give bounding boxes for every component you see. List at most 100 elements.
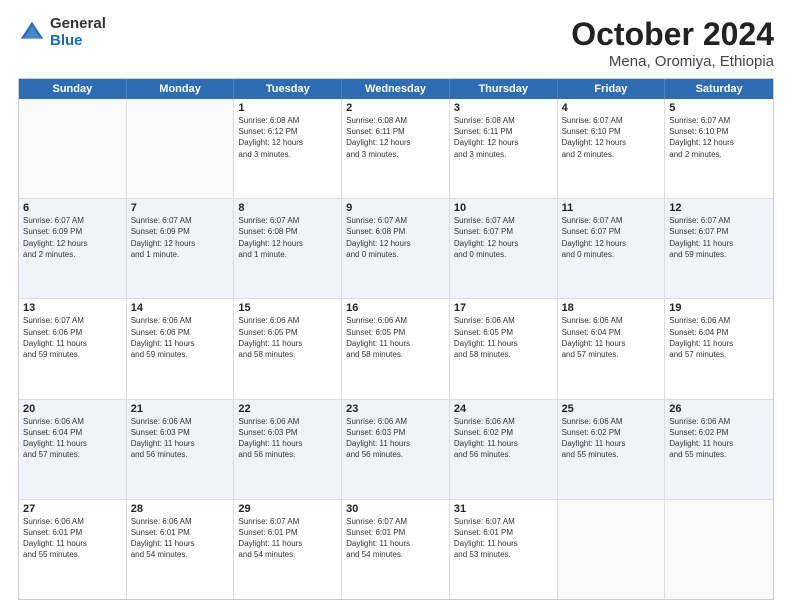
- day-number: 9: [346, 202, 445, 214]
- calendar-cell-4-5: 24Sunrise: 6:06 AM Sunset: 6:02 PM Dayli…: [450, 400, 558, 499]
- day-number: 14: [131, 302, 230, 314]
- title-area: October 2024 Mena, Oromiya, Ethiopia: [571, 16, 774, 70]
- calendar-cell-5-1: 27Sunrise: 6:06 AM Sunset: 6:01 PM Dayli…: [19, 500, 127, 599]
- sun-info: Sunrise: 6:07 AM Sunset: 6:07 PM Dayligh…: [454, 215, 553, 260]
- sun-info: Sunrise: 6:07 AM Sunset: 6:09 PM Dayligh…: [23, 215, 122, 260]
- day-number: 22: [238, 403, 337, 415]
- sun-info: Sunrise: 6:06 AM Sunset: 6:04 PM Dayligh…: [562, 315, 661, 360]
- day-number: 23: [346, 403, 445, 415]
- sun-info: Sunrise: 6:06 AM Sunset: 6:06 PM Dayligh…: [131, 315, 230, 360]
- day-number: 3: [454, 102, 553, 114]
- day-number: 25: [562, 403, 661, 415]
- calendar-cell-4-6: 25Sunrise: 6:06 AM Sunset: 6:02 PM Dayli…: [558, 400, 666, 499]
- sun-info: Sunrise: 6:07 AM Sunset: 6:08 PM Dayligh…: [346, 215, 445, 260]
- logo-icon: [18, 19, 46, 47]
- calendar-cell-1-1: [19, 99, 127, 198]
- page: General Blue October 2024 Mena, Oromiya,…: [0, 0, 792, 612]
- logo: General Blue: [18, 16, 106, 49]
- day-number: 19: [669, 302, 769, 314]
- sun-info: Sunrise: 6:06 AM Sunset: 6:02 PM Dayligh…: [562, 416, 661, 461]
- sun-info: Sunrise: 6:06 AM Sunset: 6:03 PM Dayligh…: [238, 416, 337, 461]
- calendar-week-5: 27 Sunrise: 6:06 AM Sunset: 6:01 PM Dayli…: [19, 500, 773, 599]
- calendar-cell-1-4: 2Sunrise: 6:08 AM Sunset: 6:11 PM Daylig…: [342, 99, 450, 198]
- sun-info: Sunrise: 6:07 AM Sunset: 6:06 PM Dayligh…: [23, 315, 122, 360]
- sun-info: Sunrise: 6:06 AM Sunset: 6:03 PM Dayligh…: [131, 416, 230, 461]
- sun-info: Sunrise: 6:07 AM Sunset: 6:07 PM Dayligh…: [562, 215, 661, 260]
- calendar-cell-1-3: 1Sunrise: 6:08 AM Sunset: 6:12 PM Daylig…: [234, 99, 342, 198]
- day-number: 11: [562, 202, 661, 214]
- day-number: 4: [562, 102, 661, 114]
- sun-info: Sunrise: 6:06 AM Sunset: 6:05 PM Dayligh…: [346, 315, 445, 360]
- calendar-cell-5-6: [558, 500, 666, 599]
- sun-info: Sunrise: 6:06 AM Sunset: 6:05 PM Dayligh…: [238, 315, 337, 360]
- day-number: 27: [23, 503, 122, 515]
- day-number: 18: [562, 302, 661, 314]
- calendar-cell-2-7: 12Sunrise: 6:07 AM Sunset: 6:07 PM Dayli…: [665, 199, 773, 298]
- header-day-tuesday: Tuesday: [234, 79, 342, 99]
- calendar-cell-3-7: 19Sunrise: 6:06 AM Sunset: 6:04 PM Dayli…: [665, 299, 773, 398]
- calendar-cell-2-6: 11Sunrise: 6:07 AM Sunset: 6:07 PM Dayli…: [558, 199, 666, 298]
- calendar-cell-4-3: 22Sunrise: 6:06 AM Sunset: 6:03 PM Dayli…: [234, 400, 342, 499]
- calendar-cell-5-7: [665, 500, 773, 599]
- header-day-wednesday: Wednesday: [342, 79, 450, 99]
- calendar-cell-4-7: 26Sunrise: 6:06 AM Sunset: 6:02 PM Dayli…: [665, 400, 773, 499]
- calendar-cell-2-2: 7Sunrise: 6:07 AM Sunset: 6:09 PM Daylig…: [127, 199, 235, 298]
- sun-info: Sunrise: 6:07 AM Sunset: 6:01 PM Dayligh…: [454, 516, 553, 561]
- calendar-week-3: 13Sunrise: 6:07 AM Sunset: 6:06 PM Dayli…: [19, 299, 773, 399]
- day-number: 30: [346, 503, 445, 515]
- calendar-cell-5-2: 28Sunrise: 6:06 AM Sunset: 6:01 PM Dayli…: [127, 500, 235, 599]
- sun-info: Sunrise: 6:08 AM Sunset: 6:12 PM Dayligh…: [238, 115, 337, 160]
- sun-info: Sunrise: 6:07 AM Sunset: 6:09 PM Dayligh…: [131, 215, 230, 260]
- calendar-cell-3-4: 16Sunrise: 6:06 AM Sunset: 6:05 PM Dayli…: [342, 299, 450, 398]
- logo-general: General: [50, 16, 106, 33]
- day-number: 29: [238, 503, 337, 515]
- calendar-cell-2-1: 6Sunrise: 6:07 AM Sunset: 6:09 PM Daylig…: [19, 199, 127, 298]
- calendar-cell-1-7: 5Sunrise: 6:07 AM Sunset: 6:10 PM Daylig…: [665, 99, 773, 198]
- day-number: 28: [131, 503, 230, 515]
- sun-info: Sunrise: 6:07 AM Sunset: 6:07 PM Dayligh…: [669, 215, 769, 260]
- calendar-cell-3-5: 17Sunrise: 6:06 AM Sunset: 6:05 PM Dayli…: [450, 299, 558, 398]
- sun-info: Sunrise: 6:08 AM Sunset: 6:11 PM Dayligh…: [454, 115, 553, 160]
- calendar-title: October 2024: [571, 16, 774, 53]
- calendar-week-1: 1Sunrise: 6:08 AM Sunset: 6:12 PM Daylig…: [19, 99, 773, 199]
- day-number: 1: [238, 102, 337, 114]
- calendar-cell-3-6: 18Sunrise: 6:06 AM Sunset: 6:04 PM Dayli…: [558, 299, 666, 398]
- day-number: 12: [669, 202, 769, 214]
- sun-info: Sunrise: 6:07 AM Sunset: 6:01 PM Dayligh…: [346, 516, 445, 561]
- sun-info: Sunrise: 6:06 AM Sunset: 6:02 PM Dayligh…: [454, 416, 553, 461]
- sun-info: Sunrise: 6:07 AM Sunset: 6:01 PM Dayligh…: [238, 516, 337, 561]
- sun-info: Sunrise: 6:06 AM Sunset: 6:05 PM Dayligh…: [454, 315, 553, 360]
- calendar-cell-5-3: 29Sunrise: 6:07 AM Sunset: 6:01 PM Dayli…: [234, 500, 342, 599]
- day-number: 2: [346, 102, 445, 114]
- day-number: 24: [454, 403, 553, 415]
- sun-info: Sunrise: 6:06 AM Sunset: 6:04 PM Dayligh…: [23, 416, 122, 461]
- day-number: 17: [454, 302, 553, 314]
- day-number: 26: [669, 403, 769, 415]
- day-number: 13: [23, 302, 122, 314]
- day-number: 7: [131, 202, 230, 214]
- day-number: 20: [23, 403, 122, 415]
- calendar-cell-4-2: 21Sunrise: 6:06 AM Sunset: 6:03 PM Dayli…: [127, 400, 235, 499]
- calendar-body: 1Sunrise: 6:08 AM Sunset: 6:12 PM Daylig…: [19, 99, 773, 599]
- calendar-cell-5-5: 31Sunrise: 6:07 AM Sunset: 6:01 PM Dayli…: [450, 500, 558, 599]
- sun-info: Sunrise: 6:07 AM Sunset: 6:10 PM Dayligh…: [669, 115, 769, 160]
- sun-info: Sunrise: 6:06 AM Sunset: 6:01 PM Dayligh…: [131, 516, 230, 561]
- calendar-cell-1-5: 3Sunrise: 6:08 AM Sunset: 6:11 PM Daylig…: [450, 99, 558, 198]
- sun-info: Sunrise: 6:08 AM Sunset: 6:11 PM Dayligh…: [346, 115, 445, 160]
- day-number: 5: [669, 102, 769, 114]
- sun-info: Sunrise: 6:06 AM Sunset: 6:04 PM Dayligh…: [669, 315, 769, 360]
- calendar-cell-4-4: 23Sunrise: 6:06 AM Sunset: 6:03 PM Dayli…: [342, 400, 450, 499]
- day-number: 16: [346, 302, 445, 314]
- sun-info: Sunrise: 6:06 AM Sunset: 6:03 PM Dayligh…: [346, 416, 445, 461]
- calendar-week-4: 20Sunrise: 6:06 AM Sunset: 6:04 PM Dayli…: [19, 400, 773, 500]
- day-number: 6: [23, 202, 122, 214]
- calendar-cell-1-6: 4Sunrise: 6:07 AM Sunset: 6:10 PM Daylig…: [558, 99, 666, 198]
- calendar-cell-2-5: 10Sunrise: 6:07 AM Sunset: 6:07 PM Dayli…: [450, 199, 558, 298]
- calendar-week-2: 6Sunrise: 6:07 AM Sunset: 6:09 PM Daylig…: [19, 199, 773, 299]
- calendar-cell-2-4: 9Sunrise: 6:07 AM Sunset: 6:08 PM Daylig…: [342, 199, 450, 298]
- calendar-subtitle: Mena, Oromiya, Ethiopia: [571, 53, 774, 70]
- calendar-cell-5-4: 30Sunrise: 6:07 AM Sunset: 6:01 PM Dayli…: [342, 500, 450, 599]
- header-day-sunday: Sunday: [19, 79, 127, 99]
- sun-info: Sunrise: 6:07 AM Sunset: 6:08 PM Dayligh…: [238, 215, 337, 260]
- calendar-header: SundayMondayTuesdayWednesdayThursdayFrid…: [19, 79, 773, 99]
